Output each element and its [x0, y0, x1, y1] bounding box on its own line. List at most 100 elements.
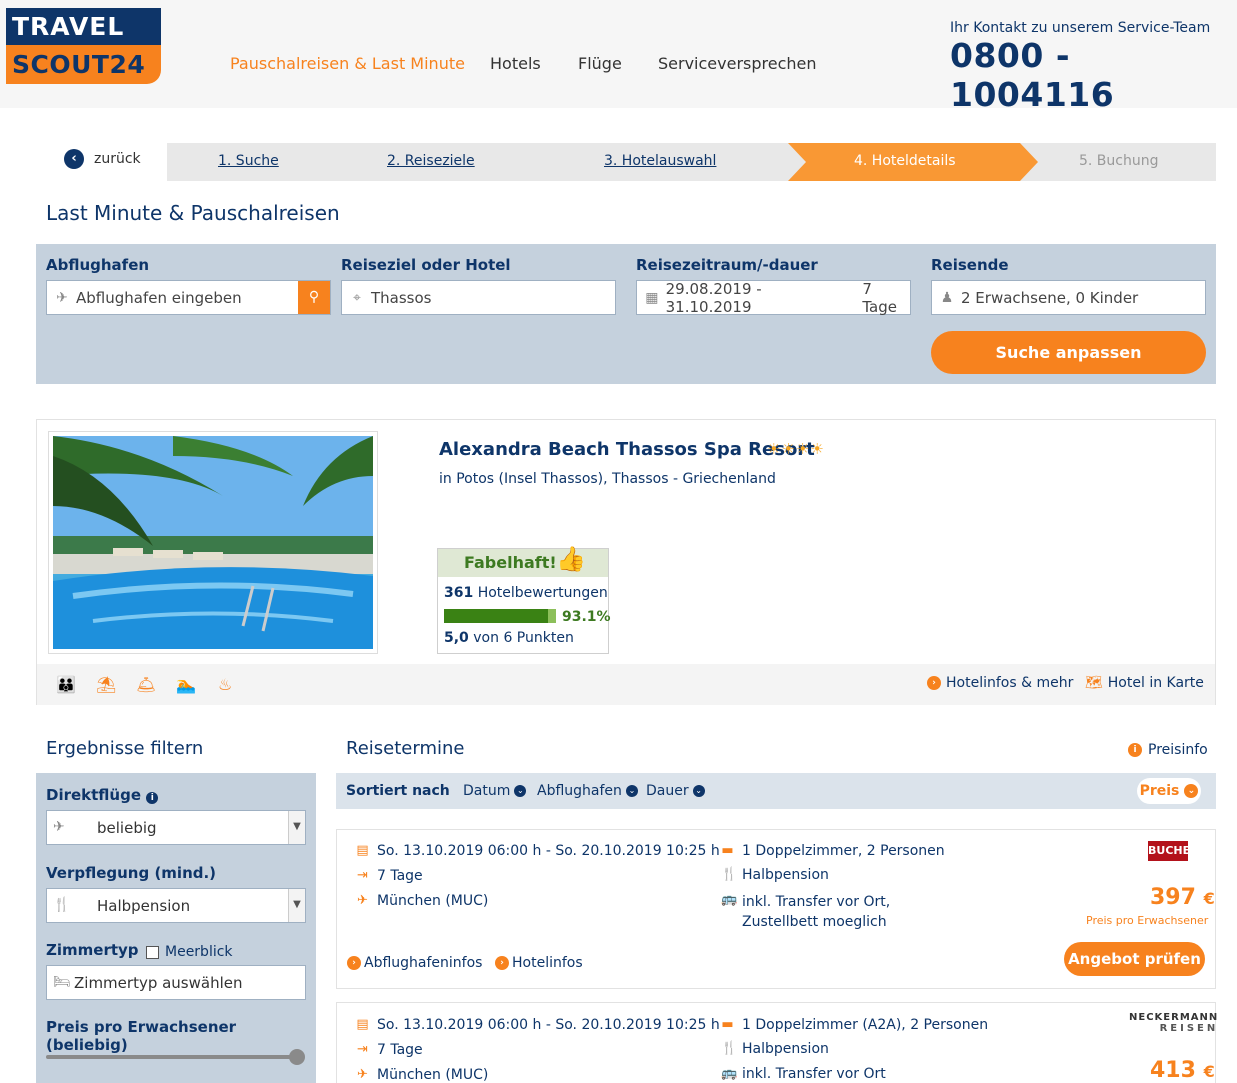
calendar-icon: ▦	[645, 289, 659, 306]
logo-text-top: TRAVEL	[6, 8, 161, 45]
offer-duration-text: 7 Tage	[377, 868, 423, 884]
site-header: TRAVEL SCOUT24 Pauschalreisen & Last Min…	[0, 0, 1237, 114]
travellers-input[interactable]: ♟ 2 Erwachsene, 0 Kinder	[931, 280, 1206, 315]
rating-box[interactable]: Fabelhaft! 👍 361 Hotelbewertungen 93.1% …	[437, 545, 611, 654]
direct-flights-select[interactable]: ✈ beliebig ▼	[46, 810, 306, 845]
nav-pauschalreisen[interactable]: Pauschalreisen & Last Minute	[230, 54, 465, 73]
check-offer-button[interactable]: Angebot prüfen	[1064, 942, 1205, 976]
family-icon: 👪	[56, 675, 76, 694]
offer-board: 🍴 Halbpension	[721, 867, 829, 883]
date-input[interactable]: ▦ 29.08.2019 - 31.10.2019 7 Tage	[636, 279, 911, 316]
price-slider-handle[interactable]	[289, 1049, 305, 1065]
bed-icon: ▬	[721, 843, 734, 858]
sort-preis-active[interactable]: Preis ⌄	[1137, 778, 1201, 804]
travellers-label: Reisende	[931, 256, 1009, 274]
step-reiseziele[interactable]: 2. Reiseziele	[387, 153, 475, 169]
beach-icon: ⛱	[96, 675, 117, 694]
offer-price-currency: €	[1203, 1062, 1215, 1081]
back-label: zurück	[94, 151, 141, 167]
info-icon: i	[1128, 743, 1142, 757]
duration-value: 7 Tage	[862, 279, 897, 316]
filter-panel: Direktflüge i ✈ beliebig ▼ Verpflegung (…	[36, 773, 316, 1083]
direct-flights-text: Direktflüge	[46, 786, 142, 804]
sort-preis-label: Preis	[1139, 783, 1180, 799]
step-hotelauswahl[interactable]: 3. Hotelauswahl	[604, 153, 716, 169]
hotel-card: Alexandra Beach Thassos Spa Resort ☀☀☀☀ …	[36, 419, 1216, 705]
page-title: Last Minute & Pauschalreisen	[46, 201, 340, 225]
chevron-left-icon: ‹	[64, 149, 84, 169]
hotel-photo[interactable]	[48, 431, 378, 654]
board-value: Halbpension	[97, 897, 191, 915]
neckermann-logo: NECKERMANN REISEN	[1129, 1012, 1218, 1034]
duration-icon: ⇥	[357, 1042, 368, 1057]
seaview-checkbox[interactable]: Meerblick	[146, 944, 233, 960]
offer-board: 🍴 Halbpension	[721, 1041, 829, 1057]
offer-transfer-text: inkl. Transfer vor Ort, Zustellbett moeg…	[742, 894, 891, 930]
back-link[interactable]: ‹ zurück	[64, 149, 141, 169]
room-type-input[interactable]: 🛏 Zimmertyp auswählen	[46, 965, 306, 1000]
search-submit-button[interactable]: Suche anpassen	[931, 331, 1206, 374]
airport-info-link[interactable]: › Abflughafeninfos	[347, 955, 482, 971]
offer-card: ▤ So. 13.10.2019 06:00 h - So. 20.10.201…	[336, 829, 1216, 989]
hotel-footer: 👪 ⛱ 🛎 🏊 ♨ › Hotelinfos & mehr 🗺 Hotel in…	[37, 664, 1215, 705]
sort-abflughafen[interactable]: Abflughafen ⌄	[537, 783, 638, 799]
service-bell-icon: 🛎	[136, 675, 157, 694]
nav-serviceversprechen[interactable]: Serviceversprechen	[658, 54, 817, 73]
nav-hotels[interactable]: Hotels	[490, 54, 541, 73]
offer-transfer: 🚌 inkl. Transfer vor Ort, Zustellbett mo…	[721, 892, 961, 932]
hotel-name: Alexandra Beach Thassos Spa Resort	[439, 439, 815, 460]
board-select[interactable]: 🍴 Halbpension ▼	[46, 888, 306, 923]
preisinfo-link[interactable]: i Preisinfo	[1128, 742, 1208, 758]
duration-icon: ⇥	[357, 868, 368, 883]
cutlery-icon: 🍴	[721, 867, 738, 882]
offer-hotel-info-link[interactable]: › Hotelinfos	[495, 955, 583, 971]
offer-board-text: Halbpension	[742, 1041, 829, 1057]
recommendation-percent: 93.1%	[562, 609, 611, 625]
hotel-info-link[interactable]: › Hotelinfos & mehr	[927, 675, 1073, 691]
offer-duration: ⇥ 7 Tage	[356, 1042, 423, 1058]
chevron-down-icon: ⌄	[692, 785, 705, 797]
rating-points-value: 5,0	[444, 630, 469, 646]
rating-label: Fabelhaft!	[464, 553, 557, 572]
sort-dauer-label: Dauer	[646, 783, 689, 799]
rating-points: 5,0 von 6 Punkten	[444, 630, 574, 646]
swimming-icon: 🏊	[176, 675, 196, 694]
destination-input[interactable]: ⌖ Thassos	[341, 280, 616, 315]
logo-text-bottom: SCOUT24	[6, 45, 161, 84]
offer-room: ▬ 1 Doppelzimmer, 2 Personen	[721, 843, 944, 859]
seaview-label: Meerblick	[165, 944, 233, 960]
sort-abflughafen-label: Abflughafen	[537, 783, 622, 799]
sort-dauer[interactable]: Dauer ⌄	[646, 783, 705, 799]
airport-label: Abflughafen	[46, 256, 150, 274]
airport-search-button[interactable]: ⚲	[298, 281, 330, 314]
offer-dates: ▤ So. 13.10.2019 06:00 h - So. 20.10.201…	[356, 1017, 719, 1033]
date-value: 29.08.2019 - 31.10.2019	[665, 279, 762, 316]
sort-datum[interactable]: Datum ⌄	[463, 783, 527, 799]
offer-airport: ✈ München (MUC)	[356, 1067, 488, 1083]
offer-duration-text: 7 Tage	[377, 1042, 423, 1058]
offer-transfer: 🚌 inkl. Transfer vor Ort	[721, 1066, 886, 1082]
hotel-stars: ☀☀☀☀	[767, 440, 825, 458]
hotel-info-label: Hotelinfos & mehr	[946, 675, 1074, 691]
offer-airport-text: München (MUC)	[377, 893, 489, 909]
person-icon: ♟	[940, 289, 954, 306]
travelscout24-logo[interactable]: TRAVEL SCOUT24	[6, 8, 161, 84]
nav-fluege[interactable]: Flüge	[578, 54, 622, 73]
price-slider-track[interactable]	[46, 1055, 300, 1059]
contact-phone[interactable]: 0800 - 1004116	[950, 36, 1237, 114]
destination-label: Reiseziel oder Hotel	[341, 256, 511, 274]
offer-dates: ▤ So. 13.10.2019 06:00 h - So. 20.10.201…	[356, 843, 719, 859]
airport-input[interactable]: ✈ Abflughafen eingeben ⚲	[46, 280, 331, 315]
step-suche[interactable]: 1. Suche	[218, 153, 279, 169]
hotel-map-link[interactable]: 🗺 Hotel in Karte	[1085, 675, 1204, 691]
chevron-down-icon: ⌄	[514, 785, 527, 797]
transfer-bus-icon: 🚌	[721, 892, 738, 907]
calendar-icon: ▤	[356, 843, 369, 858]
info-icon[interactable]: i	[146, 792, 159, 804]
step-hoteldetails-active: 4. Hoteldetails	[788, 143, 1038, 181]
chevron-down-icon: ▼	[288, 811, 305, 844]
hotel-photo-image	[53, 436, 373, 649]
price-filter-label: Preis pro Erwachsener (beliebig)	[46, 1018, 237, 1054]
offer-hotel-info-label: Hotelinfos	[512, 955, 583, 971]
bed-icon: 🛏	[53, 974, 71, 990]
